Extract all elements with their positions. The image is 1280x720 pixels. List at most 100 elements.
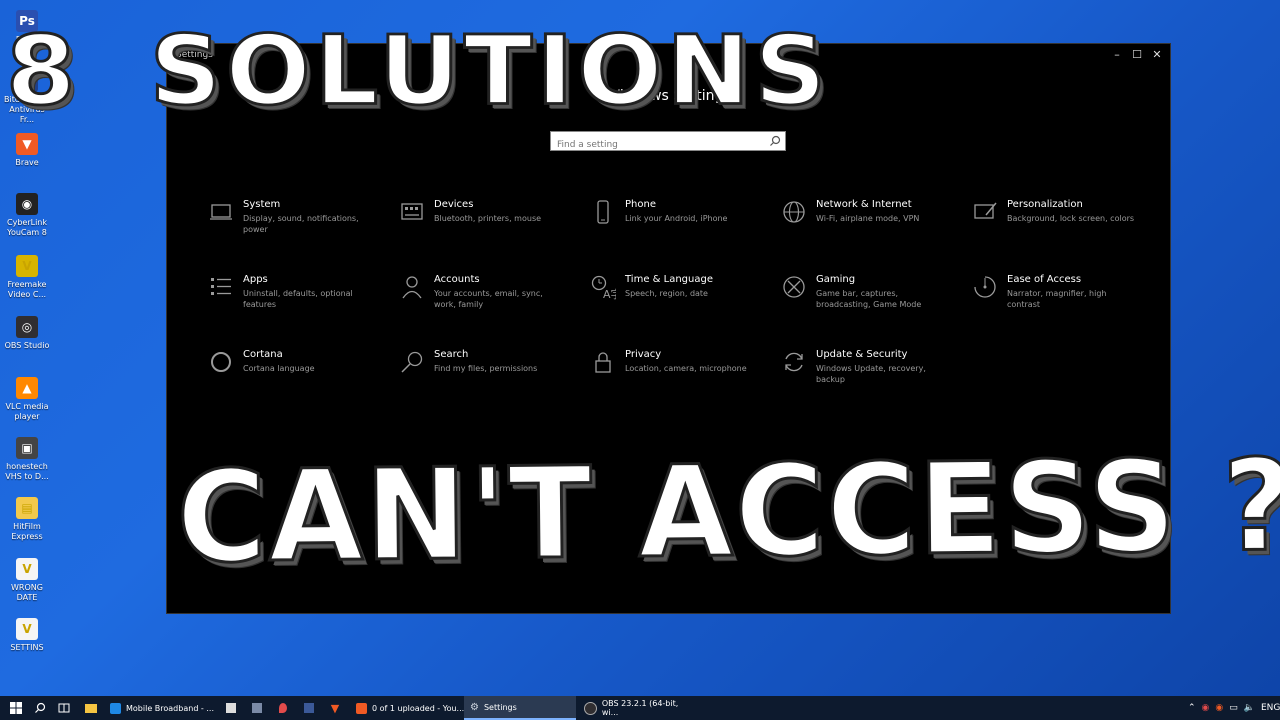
tile-title: Gaming [816,274,856,285]
sync-icon [785,352,803,372]
desktop-app-icon: ▲ [16,377,38,399]
desktop-icon-label: VLC media player [5,402,49,421]
settings-tile-apps[interactable]: Apps Uninstall, defaults, optional featur… [208,274,388,330]
settings-tile-cortana[interactable]: Cortana Cortana language [208,349,388,405]
desktop-icon[interactable]: ▼ Brave [4,133,50,168]
lock-icon [595,352,611,373]
desktop-app-icon: ▼ [16,133,38,155]
taskbar-app-youtube-upload[interactable]: 0 of 1 uploaded - You... [350,696,474,720]
tile-description: Display, sound, notifications, power [243,214,359,234]
windows-logo-icon [10,702,22,714]
paint-icon [974,202,997,219]
desktop-icon[interactable]: ▣ honestech VHS to D... [4,437,50,482]
desktop-icon[interactable]: ▲ VLC media player [4,377,50,422]
tile-title: System [243,199,281,210]
tile-title: Phone [625,199,656,210]
tile-title: Apps [243,274,268,285]
settings-tile-network-internet[interactable]: Network & Internet Wi-Fi, airplane mode, … [781,199,961,255]
desktop-icon[interactable]: ▤ HitFilm Express [4,497,50,542]
language-indicator[interactable]: ENG [1261,703,1280,713]
tile-description: Wi-Fi, airplane mode, VPN [816,214,920,223]
gear-icon: ⚙ [470,701,479,713]
overlay-solutions: SOLUTIONS [148,13,831,127]
desktop-icon[interactable]: V SETTINS [4,618,50,653]
cortana-icon [211,352,231,372]
tile-description: Your accounts, email, sync, work, family [434,289,543,309]
start-button[interactable] [6,696,26,720]
settings-tile-search[interactable]: Search Find my files, permissions [399,349,579,405]
settings-tile-update-security[interactable]: Update & Security Windows Update, recover… [781,349,961,405]
tile-title: Accounts [434,274,480,285]
maximize-button[interactable]: ☐ [1128,46,1146,64]
svg-text:A字: A字 [603,287,616,300]
settings-tile-accounts[interactable]: Accounts Your accounts, email, sync, work… [399,274,579,330]
taskbar-search-button[interactable] [30,696,50,720]
desktop-app-icon: ◉ [16,193,38,215]
volume-icon[interactable]: 🔈 [1244,703,1255,713]
desktop-icon[interactable]: ◎ OBS Studio [4,316,50,351]
facebook-pin[interactable] [300,696,318,720]
desktop-icon[interactable]: V Freemake Video C... [4,255,50,300]
settings-tile-personalization[interactable]: Personalization Background, lock screen, … [972,199,1152,255]
tile-description: Uninstall, defaults, optional features [243,289,353,309]
tile-title: Cortana [243,349,283,360]
tray-brave-icon[interactable]: ◉ [1215,703,1223,713]
task-view-button[interactable] [54,696,74,720]
taskbar-app-obs[interactable]: OBS 23.2.1 (64-bit, wi... [578,696,702,720]
desktop-app-icon: V [16,618,38,640]
close-button[interactable]: ✕ [1148,46,1166,64]
search-icon[interactable] [769,135,781,147]
tile-description: Game bar, captures, broadcasting, Game M… [816,289,922,309]
app-pin-2[interactable] [248,696,266,720]
search-icon [35,702,46,713]
desktop-app-icon: ▣ [16,437,38,459]
tile-description: Bluetooth, printers, mouse [434,214,542,223]
desktop-app-icon: ◎ [16,316,38,338]
maps-pin[interactable] [274,696,292,720]
desktop-icon-label: SETTINS [10,643,44,652]
folder-icon [85,703,97,713]
phone-icon [597,200,609,224]
desktop-icon-label: WRONG DATE [11,583,43,602]
tile-description: Narrator, magnifier, high contrast [1007,289,1107,309]
tile-title: Personalization [1007,199,1083,210]
search-box[interactable] [550,131,786,154]
settings-tile-time-language[interactable]: A字 Time & Language Speech, region, date [590,274,770,330]
taskbar-app-label: 0 of 1 uploaded - You... [372,703,465,713]
desktop-icon-label: CyberLink YouCam 8 [7,218,47,237]
desktop-icon[interactable]: V WRONG DATE [4,558,50,603]
overlay-number: 8 [5,13,80,127]
globe-icon [783,201,805,223]
settings-tile-gaming[interactable]: Gaming Game bar, captures, broadcasting, … [781,274,961,330]
taskbar-app-mobile-broadband[interactable]: Mobile Broadband - ... [104,696,228,720]
settings-tile-ease-of-access[interactable]: Ease of Access Narrator, magnifier, high … [972,274,1152,330]
desktop-icon[interactable]: ◉ CyberLink YouCam 8 [4,193,50,238]
settings-tile-privacy[interactable]: Privacy Location, camera, microphone [590,349,770,405]
settings-tile-system[interactable]: System Display, sound, notifications, pow… [208,199,388,255]
tile-title: Time & Language [625,274,713,285]
tile-title: Search [434,349,469,360]
search-input[interactable] [551,136,763,154]
store-pin[interactable] [222,696,240,720]
system-tray: ⌃ ◉ ◉ ▭ 🔈 ENG [1188,696,1280,720]
tile-title: Network & Internet [816,199,912,210]
settings-tile-devices[interactable]: Devices Bluetooth, printers, mouse [399,199,579,255]
brave-pin[interactable]: ▼ [326,696,344,720]
tile-title: Devices [434,199,474,210]
settings-tile-phone[interactable]: Phone Link your Android, iPhone [590,199,770,255]
tile-description: Windows Update, recovery, backup [816,364,926,384]
taskbar-app-settings[interactable]: ⚙ Settings [464,696,576,720]
laptop-icon [210,204,232,220]
file-explorer-pin[interactable] [82,696,100,720]
tile-description: Speech, region, date [625,289,708,298]
tray-chevron-up-icon[interactable]: ⌃ [1188,703,1196,713]
desktop-app-icon: V [16,255,38,277]
taskbar-app-label: Settings [483,702,517,712]
network-icon[interactable]: ▭ [1229,703,1238,713]
app-icon [252,703,262,713]
taskbar-app-label: OBS 23.2.1 (64-bit, wi... [601,699,679,717]
tray-app-icon[interactable]: ◉ [1202,703,1210,713]
tile-title: Privacy [625,349,662,360]
minimize-button[interactable]: – [1108,46,1126,64]
brave-icon: ▼ [330,701,340,715]
